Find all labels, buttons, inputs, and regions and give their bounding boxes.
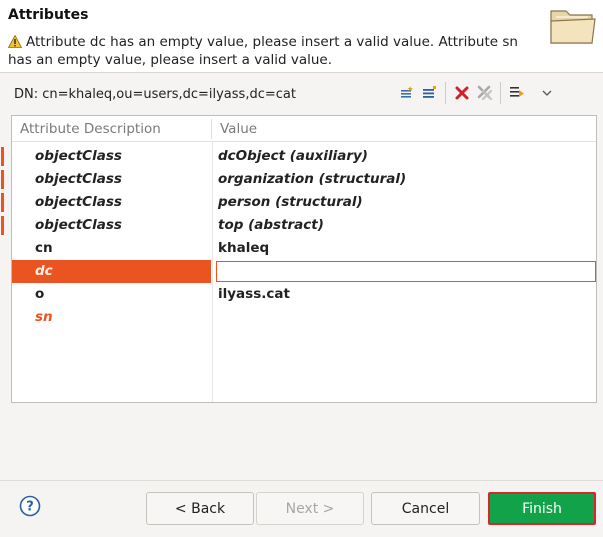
help-button[interactable]: ? bbox=[19, 495, 41, 521]
object-class-marker bbox=[1, 193, 4, 212]
table-row[interactable]: cn khaleq bbox=[12, 237, 596, 260]
attribute-cell: o bbox=[35, 286, 45, 302]
table-row[interactable]: o ilyass.cat bbox=[12, 283, 596, 306]
error-message-text: Attribute dc has an empty value, please … bbox=[8, 34, 518, 68]
table-row[interactable]: objectClass person (structural) bbox=[1, 191, 596, 214]
finish-button[interactable]: Finish bbox=[488, 492, 596, 525]
table-rows: objectClass dcObject (auxiliary) objectC… bbox=[1, 145, 596, 329]
cancel-button[interactable]: Cancel bbox=[371, 492, 480, 525]
object-class-marker bbox=[1, 216, 4, 235]
view-menu-icon[interactable] bbox=[536, 82, 558, 104]
toolbar bbox=[396, 80, 558, 106]
toolbar-separator bbox=[445, 82, 446, 104]
back-button[interactable]: < Back bbox=[146, 492, 254, 525]
attribute-cell: dc bbox=[12, 260, 211, 283]
attributes-table[interactable]: Attribute Description Value objectClass … bbox=[1, 115, 597, 403]
header-divider bbox=[0, 72, 603, 73]
value-input[interactable] bbox=[216, 261, 596, 282]
value-cell[interactable]: dcObject (auxiliary) bbox=[212, 145, 596, 168]
new-attribute-icon[interactable] bbox=[396, 82, 418, 104]
wizard-header: Attributes Attribute dc has an empty val… bbox=[0, 0, 603, 72]
value-cell[interactable] bbox=[212, 306, 596, 329]
value-cell-editor[interactable] bbox=[212, 260, 596, 283]
attribute-cell: objectClass bbox=[35, 217, 122, 233]
table-row[interactable]: objectClass top (abstract) bbox=[1, 214, 596, 237]
next-button[interactable]: Next > bbox=[256, 492, 364, 525]
column-divider bbox=[211, 119, 212, 139]
expand-icon[interactable] bbox=[506, 82, 528, 104]
column-header-value[interactable]: Value bbox=[220, 121, 257, 137]
table-row[interactable]: objectClass dcObject (auxiliary) bbox=[1, 145, 596, 168]
folder-icon bbox=[548, 5, 598, 51]
value-cell[interactable]: ilyass.cat bbox=[212, 283, 596, 306]
value-cell[interactable]: top (abstract) bbox=[212, 214, 596, 237]
delete-icon[interactable] bbox=[451, 82, 473, 104]
attribute-cell: objectClass bbox=[35, 171, 122, 187]
table-row[interactable]: objectClass organization (structural) bbox=[1, 168, 596, 191]
attribute-cell: sn bbox=[35, 309, 53, 325]
new-value-icon[interactable] bbox=[418, 82, 440, 104]
svg-text:?: ? bbox=[26, 500, 34, 515]
object-class-marker bbox=[1, 147, 4, 166]
table-header: Attribute Description Value bbox=[12, 116, 596, 142]
attribute-cell: objectClass bbox=[35, 148, 122, 164]
warning-icon bbox=[7, 34, 23, 52]
dn-label: DN: cn=khaleq,ou=users,dc=ilyass,dc=cat bbox=[14, 87, 296, 102]
object-class-marker bbox=[1, 170, 4, 189]
value-cell[interactable]: khaleq bbox=[212, 237, 596, 260]
footer-divider bbox=[0, 480, 603, 481]
toolbar-separator bbox=[500, 82, 501, 104]
error-message: Attribute dc has an empty value, please … bbox=[7, 34, 538, 68]
delete-all-icon[interactable] bbox=[473, 82, 495, 104]
page-title: Attributes bbox=[8, 7, 89, 23]
table-row-selected[interactable]: dc bbox=[12, 260, 596, 283]
value-cell[interactable]: organization (structural) bbox=[212, 168, 596, 191]
attribute-cell: cn bbox=[35, 240, 53, 256]
table-row[interactable]: sn bbox=[12, 306, 596, 329]
column-header-attribute[interactable]: Attribute Description bbox=[20, 121, 161, 137]
value-cell[interactable]: person (structural) bbox=[212, 191, 596, 214]
attribute-cell: objectClass bbox=[35, 194, 122, 210]
